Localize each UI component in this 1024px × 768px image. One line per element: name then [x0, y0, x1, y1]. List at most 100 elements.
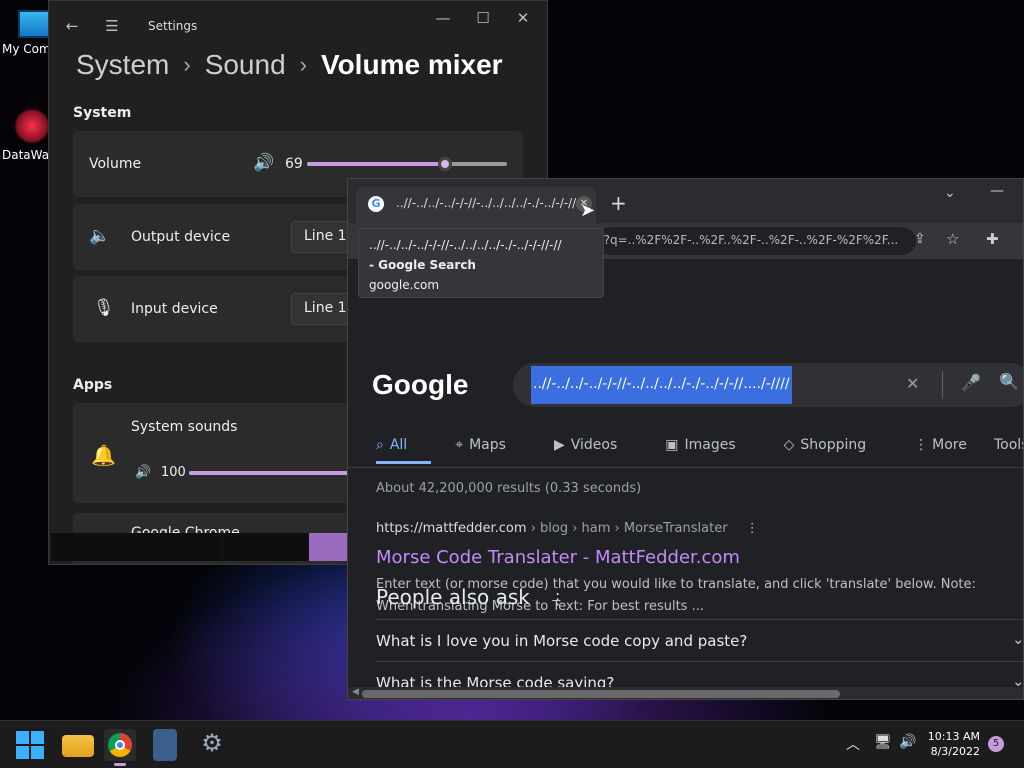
tab-label: Videos	[570, 437, 618, 453]
tab-label: More	[932, 437, 967, 453]
breadcrumb-sound[interactable]: Sound	[205, 49, 286, 81]
tab-images[interactable]: ▣ Images	[665, 437, 759, 464]
chevron-down-icon: ⌄	[1012, 630, 1024, 648]
volume-value: 69	[285, 156, 303, 172]
search-query-selected[interactable]: ..//-../../-../-/-//-../../../../-./-../…	[531, 366, 792, 404]
tab-all[interactable]: ⌕ All	[376, 437, 432, 464]
system-sounds-value: 100	[161, 465, 186, 480]
media-strip	[51, 533, 351, 561]
paa-question-text: What is I love you in Morse code copy an…	[376, 632, 748, 650]
speaker-icon[interactable]: 🔊	[253, 153, 274, 173]
tab-title: ..//-../../-../-/-//-../../../../-./-../…	[396, 196, 584, 210]
share-icon[interactable]: ⇪	[914, 231, 926, 247]
tab-label: All	[389, 437, 408, 453]
chrome-logo-center	[115, 740, 125, 750]
file-explorer-icon[interactable]	[62, 735, 94, 757]
url-text: n?q=..%2F%2F-..%2F..%2F-..%2F-..%2F-%2F%…	[596, 233, 899, 247]
output-device-label: Output device	[131, 229, 231, 245]
start-windows-icon[interactable]	[16, 731, 44, 759]
minimize-button[interactable]: —	[990, 183, 1004, 199]
chevron-right-icon: ›	[299, 52, 307, 77]
image-icon: ▣	[665, 437, 679, 453]
more-vertical-icon[interactable]: ⋮	[550, 590, 565, 608]
show-hidden-icons-chevron-icon[interactable]: ︿	[846, 734, 860, 754]
microphone-icon: 🎙	[93, 298, 115, 318]
tab-label: Images	[684, 437, 736, 453]
datawag-icon	[14, 108, 50, 144]
section-heading-apps: Apps	[73, 377, 113, 393]
clear-search-icon[interactable]: ✕	[906, 374, 919, 393]
google-favicon-icon: G	[368, 196, 384, 212]
settings-title: Settings	[148, 19, 198, 33]
input-device-label: Input device	[131, 301, 218, 317]
volume-icon[interactable]: 🔊	[899, 734, 916, 750]
volume-label: Volume	[89, 156, 142, 172]
people-also-ask-heading: People also ask ⋮	[376, 585, 565, 609]
address-bar[interactable]: n?q=..%2F%2F-..%2F..%2F-..%2F-..%2F-%2F%…	[596, 227, 916, 255]
extensions-puzzle-icon[interactable]: ✚	[986, 230, 999, 248]
tab-maps[interactable]: ⌖ Maps	[455, 437, 530, 464]
chrome-taskbar-icon[interactable]	[104, 729, 136, 766]
speaker-icon[interactable]: 🔊	[135, 465, 151, 480]
taskbar: ⚙ ︿ 🖥 🔊 10:13 AM 8/3/2022 5	[0, 720, 1024, 768]
search-icon[interactable]: 🔍	[999, 372, 1019, 391]
tooltip-title: ..//-../../-../-/-//-../../../../-./-../…	[369, 238, 562, 252]
settings-gear-icon[interactable]: ⚙	[196, 729, 228, 761]
back-arrow-icon[interactable]: ←	[52, 17, 92, 35]
more-vertical-icon[interactable]: ⋮	[746, 521, 759, 536]
section-heading-system: System	[73, 105, 132, 121]
result-url: https://mattfedder.com	[376, 521, 527, 536]
chevron-right-icon: ›	[183, 52, 191, 77]
tab-shopping[interactable]: ◇ Shopping	[784, 437, 891, 464]
tab-videos[interactable]: ▶ Videos	[554, 437, 641, 464]
microphone-icon[interactable]: 🎤	[961, 373, 981, 392]
active-indicator	[114, 763, 126, 766]
google-results-page: Google ..//-../../-../-/-//-../../../../…	[348, 259, 1023, 614]
bookmark-star-icon[interactable]: ☆	[946, 230, 959, 248]
notification-badge[interactable]: 5	[988, 736, 1004, 752]
scrollbar-thumb[interactable]	[362, 690, 840, 698]
play-icon: ▶	[553, 437, 565, 453]
search-icon: ⌕	[376, 437, 384, 453]
system-sounds-label: System sounds	[131, 419, 238, 435]
paa-question[interactable]: What is I love you in Morse code copy an…	[376, 619, 1024, 661]
page-title: Volume mixer	[320, 49, 503, 80]
maximize-button[interactable]: ☐	[463, 9, 503, 27]
new-tab-plus-icon[interactable]: +	[610, 191, 627, 215]
tools-button[interactable]: Tools	[994, 437, 1023, 453]
close-button[interactable]: ✕	[503, 9, 543, 27]
calculator-icon[interactable]	[153, 729, 177, 761]
paa-title: People also ask	[376, 585, 530, 609]
chime-icon: 🔔	[91, 443, 116, 467]
breadcrumb: System › Sound › Volume mixer	[76, 49, 503, 81]
tooltip-domain: google.com	[369, 278, 440, 292]
map-pin-icon: ⌖	[455, 437, 464, 453]
breadcrumb-system[interactable]: System	[76, 49, 169, 81]
clock-time: 10:13 AM	[927, 730, 980, 743]
tab-more[interactable]: ⋮ More	[914, 437, 991, 464]
tag-icon: ◇	[783, 437, 795, 453]
volume-slider-fill	[307, 162, 445, 166]
search-box[interactable]: ..//-../../-../-/-//-../../../../-./-../…	[513, 363, 1023, 407]
google-logo[interactable]: Google	[372, 369, 468, 401]
results-stats: About 42,200,000 results (0.33 seconds)	[376, 481, 642, 496]
more-vertical-icon: ⋮	[914, 437, 929, 453]
divider	[942, 371, 943, 399]
result-title-link[interactable]: Morse Code Translater - MattFedder.com	[376, 547, 740, 568]
settings-titlebar: ← ☰ Settings — ☐ ✕	[49, 1, 547, 51]
mouse-cursor-icon: ➤	[580, 200, 596, 221]
clock[interactable]: 10:13 AM 8/3/2022	[920, 729, 980, 759]
horizontal-scrollbar[interactable]: ◀	[348, 687, 1023, 699]
tab-label: Shopping	[800, 437, 867, 453]
result-url-breadcrumb: https://mattfedder.com › blog › ham › Mo…	[376, 521, 759, 536]
browser-tab[interactable]: G ..//-../../-../-/-//-../../../../-./-.…	[356, 187, 596, 223]
tooltip-subtitle: - Google Search	[369, 258, 476, 272]
search-tabs: ⌕ All ⌖ Maps ▶ Videos ▣ Images ◇ Shopping ⋮ Mo…	[376, 437, 1015, 464]
hamburger-menu-icon[interactable]: ☰	[92, 17, 132, 35]
scroll-left-arrow-icon[interactable]: ◀	[352, 687, 359, 697]
volume-slider[interactable]	[307, 157, 507, 171]
volume-slider-thumb[interactable]	[438, 157, 452, 171]
tab-search-chevron-icon[interactable]: ⌄	[944, 185, 956, 201]
network-icon[interactable]: 🖥	[874, 734, 892, 750]
minimize-button[interactable]: —	[423, 9, 463, 27]
